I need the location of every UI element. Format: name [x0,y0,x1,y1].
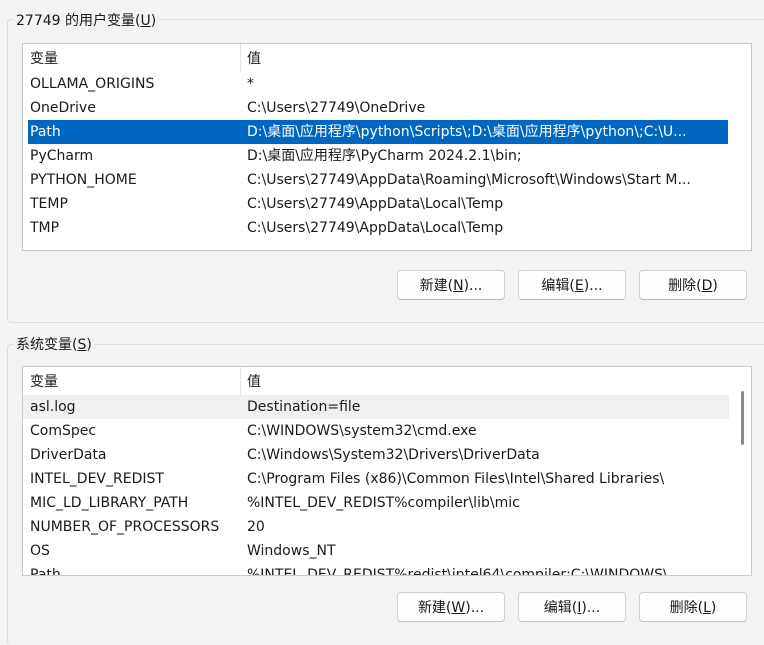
variable-value: C:\Users\27749\AppData\Local\Temp [247,220,504,236]
table-row[interactable]: MIC_LD_LIBRARY_PATH %INTEL_DEV_REDIST%co… [23,491,751,515]
table-row[interactable]: OS Windows_NT [23,539,751,563]
variable-value: C:\Users\27749\AppData\Local\Temp [247,196,504,212]
column-separator[interactable] [240,44,241,72]
column-header-variable[interactable]: 变量 [30,44,58,74]
user-variables-title: 27749 的用户变量(U) [14,12,159,30]
variable-name: OneDrive [30,100,96,116]
system-new-button[interactable]: 新建(W)... [397,592,505,622]
variable-name: ComSpec [30,423,97,439]
column-header-value[interactable]: 值 [247,367,261,397]
variable-value: Destination=file [247,399,361,415]
table-row[interactable]: OneDrive C:\Users\27749\OneDrive [23,96,751,120]
column-header-value[interactable]: 值 [247,44,261,74]
user-edit-button[interactable]: 编辑(E)... [518,270,626,300]
user-new-button[interactable]: 新建(N)... [397,270,505,300]
variable-name: TEMP [30,196,68,212]
system-variables-list[interactable]: 变量 值 asl.log Destination=file ComSpec C:… [22,366,752,576]
table-row[interactable]: DriverData C:\Windows\System32\Drivers\D… [23,443,751,467]
variable-value: 20 [247,519,265,535]
column-separator[interactable] [240,367,241,395]
variable-name: TMP [30,220,60,236]
table-row[interactable]: INTEL_DEV_REDIST C:\Program Files (x86)\… [23,467,751,491]
variable-value: C:\WINDOWS\system32\cmd.exe [247,423,477,439]
scrollbar-thumb[interactable] [741,391,744,445]
list-header: 变量 值 [23,44,751,72]
table-row-hovered[interactable]: asl.log Destination=file [23,395,729,419]
variable-value: C:\Users\27749\OneDrive [247,100,426,116]
variable-name: Path [30,567,61,576]
table-row[interactable]: Path %INTEL_DEV_REDIST%redist\intel64\co… [23,563,751,576]
variable-value: Windows_NT [247,543,336,559]
table-row[interactable]: TMP C:\Users\27749\AppData\Local\Temp [23,216,751,240]
table-row[interactable]: ComSpec C:\WINDOWS\system32\cmd.exe [23,419,751,443]
variable-name: INTEL_DEV_REDIST [30,471,164,487]
variable-value: %INTEL_DEV_REDIST%compiler\lib\mic [247,495,520,511]
variable-name: NUMBER_OF_PROCESSORS [30,519,220,535]
table-row[interactable]: TEMP C:\Users\27749\AppData\Local\Temp [23,192,751,216]
variable-name: OLLAMA_ORIGINS [30,76,155,92]
table-row[interactable]: OLLAMA_ORIGINS * [23,72,751,96]
table-row-selected[interactable]: Path D:\桌面\应用程序\python\Scripts\;D:\桌面\应用… [28,120,728,144]
variable-name: PyCharm [30,148,94,164]
system-delete-button[interactable]: 删除(L) [639,592,747,622]
variable-name: asl.log [30,399,76,415]
variable-name: MIC_LD_LIBRARY_PATH [30,495,189,511]
column-header-variable[interactable]: 变量 [30,367,58,397]
variable-name: OS [30,543,50,559]
user-delete-button[interactable]: 删除(D) [639,270,747,300]
variable-name: Path [30,124,61,140]
variable-value: * [247,76,254,92]
system-edit-button[interactable]: 编辑(I)... [518,592,626,622]
variable-value: C:\Windows\System32\Drivers\DriverData [247,447,540,463]
vertical-scrollbar[interactable] [729,367,751,575]
list-header: 变量 值 [23,367,751,395]
variable-value: %INTEL_DEV_REDIST%redist\intel64\compile… [247,567,668,576]
variable-value: D:\桌面\应用程序\python\Scripts\;D:\桌面\应用程序\py… [247,124,687,140]
variable-name: PYTHON_HOME [30,172,137,188]
table-row[interactable]: PYTHON_HOME C:\Users\27749\AppData\Roami… [23,168,751,192]
user-variables-list[interactable]: 变量 值 OLLAMA_ORIGINS * OneDrive C:\Users\… [22,43,752,251]
variable-name: DriverData [30,447,107,463]
table-row[interactable]: PyCharm D:\桌面\应用程序\PyCharm 2024.2.1\bin; [23,144,751,168]
system-variables-title: 系统变量(S) [14,336,94,354]
variable-value: C:\Users\27749\AppData\Roaming\Microsoft… [247,172,691,188]
variable-value: C:\Program Files (x86)\Common Files\Inte… [247,471,665,487]
variable-value: D:\桌面\应用程序\PyCharm 2024.2.1\bin; [247,148,522,164]
table-row[interactable]: NUMBER_OF_PROCESSORS 20 [23,515,751,539]
